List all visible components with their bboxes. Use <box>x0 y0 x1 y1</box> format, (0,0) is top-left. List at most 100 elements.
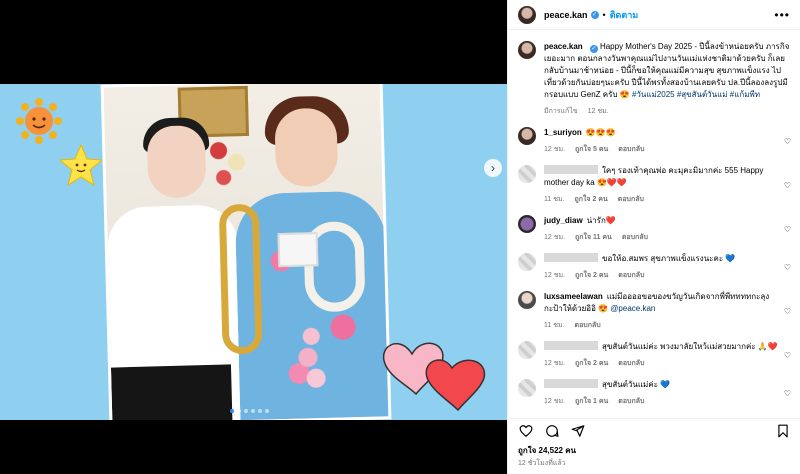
post-image[interactable] <box>0 84 507 420</box>
avatar[interactable] <box>518 253 536 271</box>
reply-button[interactable]: ตอบกลับ <box>622 234 648 241</box>
chevron-right-icon: › <box>491 161 495 175</box>
comment-time: 11 ชม. <box>544 196 565 203</box>
heart-icon <box>519 424 533 437</box>
avatar[interactable] <box>518 379 536 397</box>
comment-time: 12 ชม. <box>544 234 566 241</box>
comment-icon <box>546 424 559 437</box>
comment-username-redacted[interactable] <box>544 341 598 350</box>
post-header: peace.kan ✓ • ติดตาม ••• <box>508 0 800 30</box>
avatar[interactable] <box>518 291 536 309</box>
mother-son-photo <box>103 84 389 420</box>
reply-button[interactable]: ตอบกลับ <box>618 196 644 203</box>
comment-likes[interactable]: ถูกใจ 1 คน <box>575 398 608 405</box>
carousel-dot[interactable] <box>244 409 248 413</box>
follow-button[interactable]: ติดตาม <box>610 8 639 22</box>
post-timestamp: 12 ชั่วโมงที่แล้ว <box>518 460 566 467</box>
comment-username[interactable]: luxsameelawan <box>544 292 603 301</box>
verified-badge-icon: ✓ <box>589 45 598 53</box>
comment-mention[interactable]: @peace.kan <box>610 304 655 313</box>
separator-dot: • <box>602 9 606 20</box>
heart-icon[interactable]: ♡ <box>784 225 791 234</box>
comment-username-redacted[interactable] <box>544 165 598 174</box>
sun-sticker-icon <box>16 98 62 144</box>
caption-hashtags[interactable]: #วันแม่2025 #สุขสันต์วันแม่ #แก้มพีท <box>632 90 760 99</box>
comment-likes[interactable]: ถูกใจ 11 คน <box>575 234 612 241</box>
post-media: › <box>0 0 507 474</box>
likes-count[interactable]: ถูกใจ 24,522 คน <box>518 444 576 457</box>
like-button[interactable] <box>518 423 534 439</box>
heart-icon[interactable]: ♡ <box>784 307 791 316</box>
heart-icon[interactable]: ♡ <box>784 351 791 360</box>
carousel-dots <box>230 409 269 413</box>
avatar[interactable] <box>518 341 536 359</box>
comment-time: 12 ชม. <box>544 360 566 367</box>
carousel-dot[interactable] <box>251 409 255 413</box>
reply-button[interactable]: ตอบกลับ <box>618 146 644 153</box>
bookmark-icon <box>778 424 788 437</box>
comment-time: 11 ชม. <box>544 322 565 329</box>
reply-button[interactable]: ตอบกลับ <box>618 398 644 405</box>
comment-text: ขอให้อ.สมพร สุขภาพแข็งแรงนะคะ <box>602 254 724 263</box>
comment-time: 12 ชม. <box>544 272 566 279</box>
comment-button[interactable] <box>544 423 560 439</box>
caption-username[interactable]: peace.kan <box>544 42 583 51</box>
comment-emoji: ❤️ <box>605 216 616 225</box>
share-icon <box>571 424 585 437</box>
caption-time: 12 ชม. <box>587 108 609 115</box>
avatar[interactable] <box>518 165 536 183</box>
save-button[interactable] <box>775 423 791 439</box>
comment-item: 1_suriyon 😍😍😍 12 ชม. ถูกใจ 5 คน ตอบกลับ ♡ <box>508 117 800 155</box>
comments-list: peace.kan ✓ Happy Mother's Day 2025 - ปีน… <box>508 31 800 411</box>
comment-emoji: 😍😍😍 <box>585 128 616 137</box>
comment-emoji: 💙 <box>660 380 671 389</box>
comment-item: judy_diaw น่ารัก❤️ 12 ชม. ถูกใจ 11 คน ตอบกล… <box>508 205 800 243</box>
carousel-dot[interactable] <box>265 409 269 413</box>
comment-emoji: 😍❤️❤️ <box>596 178 627 187</box>
comment-item: สุขสันต์วันแม่ค่ะ 💙 12 ชม. ถูกใจ 1 คน ตอบก… <box>508 369 800 407</box>
verified-badge-icon: ✓ <box>590 10 599 19</box>
comment-item: สุขสันต์วันแม่ค่ะ พวงมาลัยใหว้แม่สวยมากค… <box>508 331 800 369</box>
post-actions <box>508 418 800 442</box>
carousel-dot[interactable] <box>258 409 262 413</box>
reply-button[interactable]: ตอบกลับ <box>575 322 601 329</box>
comment-item: ขอให้อ.สมพร สุขภาพแข็งแรงนะคะ 💙 12 ชม. ถู… <box>508 243 800 281</box>
heart-icon[interactable]: ♡ <box>784 389 791 398</box>
reply-button[interactable]: ตอบกลับ <box>618 360 644 367</box>
star-sticker-icon <box>58 143 104 187</box>
comment-time: 12 ชม. <box>544 398 566 405</box>
caption-emoji: 😍 <box>619 90 630 99</box>
post-caption: peace.kan ✓ Happy Mother's Day 2025 - ปีน… <box>508 31 800 117</box>
comment-item: luxsameelawan แม่มีออออขอของขวัญวันเกิดจา… <box>508 281 800 331</box>
post-username[interactable]: peace.kan <box>544 10 588 20</box>
comment-time: 12 ชม. <box>544 146 566 153</box>
comment-emoji: 🙏❤️ <box>757 342 778 351</box>
comment-username[interactable]: judy_diaw <box>544 216 583 225</box>
carousel-next-button[interactable]: › <box>484 159 502 177</box>
comment-username[interactable]: 1_suriyon <box>544 128 582 137</box>
comment-likes[interactable]: ถูกใจ 5 คน <box>575 146 608 153</box>
avatar[interactable] <box>518 215 536 233</box>
more-options-icon[interactable]: ••• <box>774 8 790 22</box>
post-side-panel: peace.kan ✓ • ติดตาม ••• peace.kan ✓ Happ… <box>507 0 800 474</box>
comment-likes[interactable]: ถูกใจ 2 คน <box>575 272 608 279</box>
avatar[interactable] <box>518 41 536 59</box>
comment-username-redacted[interactable] <box>544 253 598 262</box>
avatar[interactable] <box>518 5 536 24</box>
comment-text: น่ารัก <box>586 216 606 225</box>
heart-icon[interactable]: ♡ <box>784 181 791 190</box>
reply-button[interactable]: ตอบกลับ <box>618 272 644 279</box>
comment-emoji: 💙 <box>725 254 736 263</box>
comment-text: สุขสันต์วันแม่ค่ะ พวงมาลัยใหว้แม่สวยมากค… <box>602 342 756 351</box>
heart-icon[interactable]: ♡ <box>784 263 791 272</box>
share-button[interactable] <box>570 423 586 439</box>
comment-likes[interactable]: ถูกใจ 2 คน <box>575 196 608 203</box>
carousel-dot[interactable] <box>237 409 241 413</box>
comment-username-redacted[interactable] <box>544 379 598 388</box>
comment-text: สุขสันต์วันแม่ค่ะ <box>602 380 658 389</box>
carousel-dot[interactable] <box>230 409 234 413</box>
comment-likes[interactable]: ถูกใจ 2 คน <box>575 360 608 367</box>
heart-icon[interactable]: ♡ <box>784 137 791 146</box>
avatar[interactable] <box>518 127 536 145</box>
hearts-sticker-icon <box>383 342 486 412</box>
